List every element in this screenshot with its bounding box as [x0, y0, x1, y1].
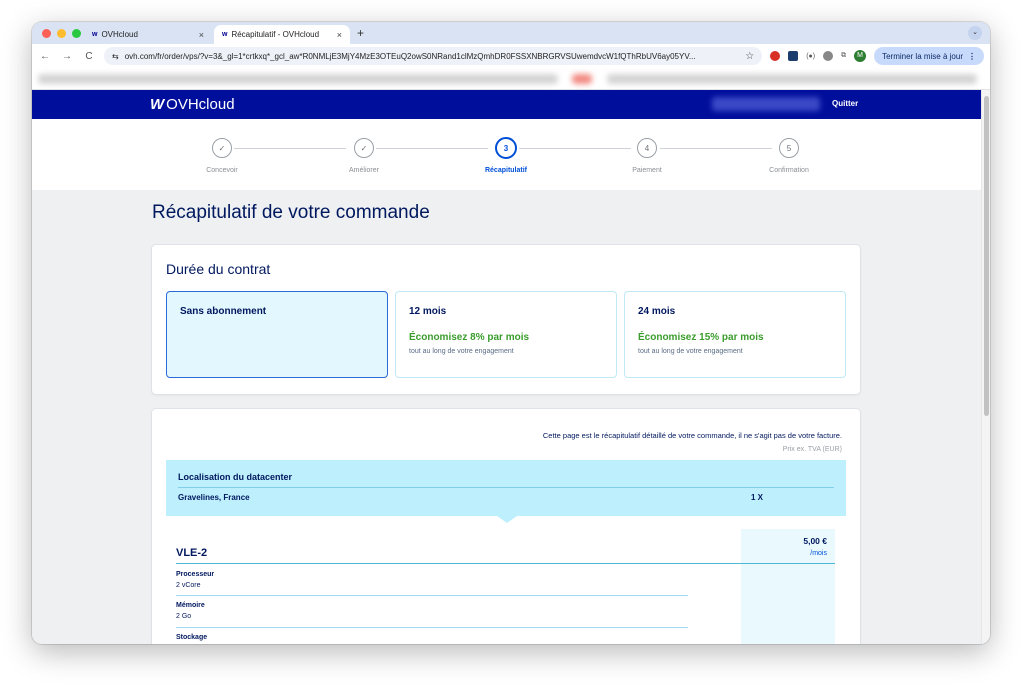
step-concevoir[interactable]: ✓ Concevoir [162, 138, 282, 174]
option-sans-abonnement[interactable]: Sans abonnement [166, 291, 388, 378]
step-confirmation: 5 Confirmation [729, 138, 849, 174]
ovh-logo-icon: ᴡ [92, 31, 98, 38]
blurred-account-info [712, 97, 820, 111]
step-label: Récapitulatif [484, 167, 527, 174]
divider [176, 627, 688, 628]
blurred-bookmark [572, 74, 592, 84]
spec-stockage: Stockage [176, 634, 207, 644]
ovh-logo[interactable]: W OVHcloud [150, 96, 235, 113]
finish-update-button[interactable]: Terminer la mise à jour ⋮ [874, 47, 984, 65]
logo-text: OVHcloud [166, 96, 235, 113]
reload-button[interactable]: C [82, 51, 96, 62]
spec-key: Mémoire [176, 602, 205, 609]
address-bar[interactable]: ⇆ ovh.com/fr/order/vps/?v=3&_gl=1*crtkxq… [104, 47, 763, 65]
step-paiement: 4 Paiement [587, 138, 707, 174]
menu-icon: ⋮ [968, 51, 976, 61]
option-title: 24 mois [638, 306, 676, 317]
spec-processeur: Processeur 2 vCore [176, 571, 214, 589]
option-note: tout au long de votre engagement [409, 348, 514, 355]
close-icon[interactable]: × [337, 30, 342, 40]
option-savings: Économisez 8% par mois [409, 332, 530, 343]
divider [176, 595, 688, 596]
step-number: 4 [637, 138, 657, 158]
option-note: tout au long de votre engagement [638, 348, 743, 355]
summary-notice: Cette page est le récapitulatif détaillé… [542, 431, 842, 440]
divider [176, 563, 835, 564]
step-label: Améliorer [349, 167, 379, 174]
datacenter-location: Gravelines, France [178, 493, 250, 502]
tab-strip: ᴡ OVHcloud × ᴡ Récapitulatif - OVHcloud … [32, 22, 990, 44]
adblock-extension-icon[interactable] [770, 51, 781, 61]
option-title: Sans abonnement [180, 306, 267, 317]
ovh-logo-icon: W [150, 96, 164, 113]
tab-title: Récapitulatif - OVHcloud [231, 30, 320, 39]
site-header: W OVHcloud Quitter [32, 90, 990, 119]
spec-key: Processeur [176, 571, 215, 578]
page-scrollbar[interactable] [981, 90, 990, 644]
extension-cast-icon[interactable]: (●) [806, 53, 815, 60]
contract-duration-card: Durée du contrat Sans abonnement 12 mois… [152, 245, 860, 394]
datacenter-quantity: 1 X [751, 493, 764, 502]
blurred-bookmarks [38, 74, 558, 84]
extension-gear-icon[interactable] [823, 51, 834, 61]
tab-title: OVHcloud [101, 30, 138, 39]
step-number: 3 [495, 137, 517, 159]
contract-title: Durée du contrat [166, 261, 271, 277]
url-text[interactable]: ovh.com/fr/order/vps/?v=3&_gl=1*crtkxq*_… [125, 52, 740, 61]
datacenter-section: Localisation du datacenter Gravelines, F… [166, 460, 846, 516]
divider [178, 487, 834, 488]
spec-key: Stockage [176, 634, 208, 641]
step-label: Concevoir [206, 167, 238, 174]
check-icon: ✓ [212, 138, 232, 158]
quit-link[interactable]: Quitter [832, 99, 858, 108]
price-column: 5,00 € /mois [741, 529, 835, 644]
option-24-mois[interactable]: 24 mois Économisez 15% par mois tout au … [624, 291, 846, 378]
bookmarks-bar [32, 68, 990, 90]
option-title: 12 mois [409, 306, 447, 317]
minimize-window-button[interactable] [57, 29, 66, 38]
page-viewport: W OVHcloud Quitter ✓ Concevoir ✓ Amélior… [32, 90, 990, 644]
price-period: /mois [810, 550, 827, 557]
extension-icon[interactable] [788, 51, 799, 61]
scrollbar-thumb[interactable] [984, 96, 989, 416]
zoom-window-button[interactable] [72, 29, 81, 38]
spec-value: 2 Go [176, 613, 192, 620]
spec-memoire: Mémoire 2 Go [176, 602, 205, 620]
finish-update-label: Terminer la mise à jour [882, 51, 963, 61]
forward-button[interactable]: → [60, 51, 74, 62]
profile-avatar[interactable]: M [854, 50, 867, 62]
check-icon: ✓ [354, 138, 374, 158]
extensions-puzzle-icon[interactable]: ⧉ [841, 52, 846, 60]
price-unit-label: Prix ex. TVA (EUR) [782, 446, 842, 453]
site-settings-icon[interactable]: ⇆ [112, 52, 119, 61]
bookmark-star-icon[interactable]: ☆ [745, 51, 754, 62]
step-number: 5 [779, 138, 799, 158]
option-12-mois[interactable]: 12 mois Économisez 8% par mois tout au l… [395, 291, 617, 378]
browser-toolbar: ← → C ⇆ ovh.com/fr/order/vps/?v=3&_gl=1*… [32, 44, 990, 68]
section-pointer [497, 516, 517, 523]
close-icon[interactable]: × [199, 30, 204, 40]
ovh-logo-icon: ᴡ [222, 31, 228, 38]
step-label: Paiement [632, 167, 662, 174]
tab-recapitulatif[interactable]: ᴡ Récapitulatif - OVHcloud × [214, 25, 350, 44]
product-name: VLE-2 [176, 547, 208, 559]
close-window-button[interactable] [42, 29, 51, 38]
window-controls [42, 29, 81, 38]
tab-ovhcloud[interactable]: ᴡ OVHcloud × [84, 25, 212, 44]
order-summary-card: Cette page est le récapitulatif détaillé… [152, 409, 860, 644]
blurred-bookmarks [607, 74, 977, 84]
page-title: Récapitulatif de votre commande [152, 202, 430, 223]
step-recapitulatif: 3 Récapitulatif [446, 137, 566, 174]
datacenter-title: Localisation du datacenter [178, 472, 293, 482]
new-tab-button[interactable]: + [357, 26, 364, 40]
back-button[interactable]: ← [38, 51, 52, 62]
browser-window: ᴡ OVHcloud × ᴡ Récapitulatif - OVHcloud … [32, 22, 990, 644]
option-savings: Économisez 15% par mois [638, 332, 764, 343]
spec-value: 2 vCore [176, 582, 201, 589]
product-price: 5,00 € [803, 536, 827, 546]
step-label: Confirmation [769, 167, 809, 174]
step-ameliorer[interactable]: ✓ Améliorer [304, 138, 424, 174]
tab-search-button[interactable]: ⌄ [968, 26, 982, 40]
order-stepper: ✓ Concevoir ✓ Améliorer 3 Récapitulatif … [32, 119, 990, 190]
